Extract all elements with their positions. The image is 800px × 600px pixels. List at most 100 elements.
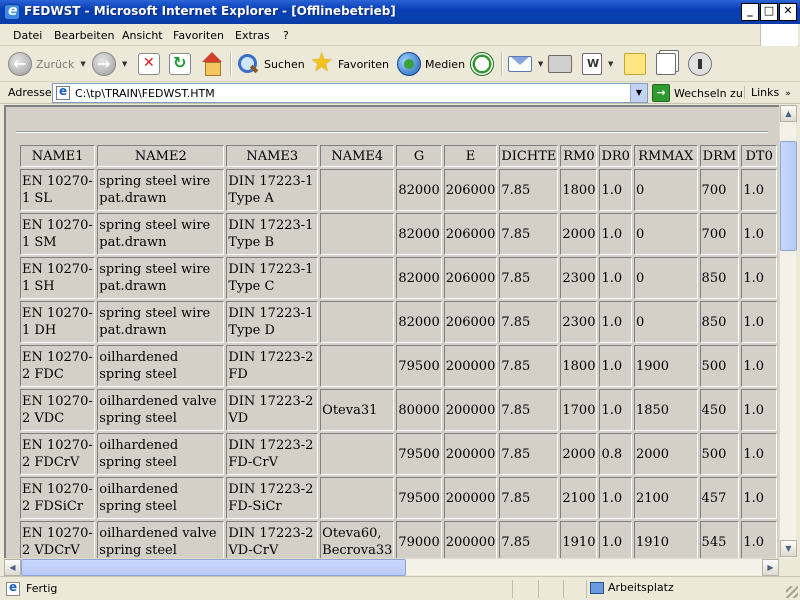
status-bar: Fertig Arbeitsplatz	[0, 576, 800, 600]
ie-app-icon[interactable]	[4, 3, 20, 20]
table-cell: 200000	[443, 521, 498, 558]
scroll-right-icon[interactable]: ▶	[762, 559, 779, 576]
menu-favoriten[interactable]: Favoriten	[173, 29, 224, 42]
vertical-scrollbar[interactable]: ▲ ▼	[779, 105, 797, 558]
table-body: EN 10270-1 SL spring steel wire pat.drawn…	[20, 169, 777, 558]
table-cell: spring steel wire pat.drawn	[97, 169, 225, 211]
menu-datei[interactable]: Datei	[13, 29, 42, 42]
table-cell: EN 10270-2 FDCrV	[20, 433, 96, 475]
address-field[interactable]: ▼	[52, 83, 648, 103]
messenger-button[interactable]	[688, 50, 712, 78]
table-cell: 2300	[560, 301, 598, 343]
table-cell: 1.0	[741, 477, 777, 519]
resize-grip[interactable]	[786, 586, 798, 598]
table-cell: 1.0	[599, 213, 632, 255]
links-toolbar[interactable]: Links»	[744, 86, 791, 99]
horizontal-scroll-thumb[interactable]	[21, 559, 406, 576]
mail-button[interactable]: ▼	[508, 50, 543, 78]
table-cell: spring steel wire pat.drawn	[97, 301, 225, 343]
table-cell: EN 10270-2 FDC	[20, 345, 96, 387]
table-cell: 82000	[396, 301, 442, 343]
horizontal-scrollbar[interactable]: ◀ ▶	[4, 558, 779, 576]
table-cell: DIN 17223-1 Type A	[226, 169, 319, 211]
forward-arrow-icon	[92, 52, 116, 76]
horizontal-rule	[16, 131, 768, 133]
window-title: FEDWST - Microsoft Internet Explorer - […	[24, 4, 396, 18]
go-button[interactable]: → Wechseln zu	[652, 84, 743, 102]
table-cell: 1910	[560, 521, 598, 558]
table-cell: 82000	[396, 213, 442, 255]
table-cell: 7.85	[499, 521, 559, 558]
table-cell: 7.85	[499, 257, 559, 299]
table-cell	[320, 169, 395, 211]
table-cell: DIN 17223-2 FD-CrV	[226, 433, 319, 475]
table-cell: 0	[633, 213, 698, 255]
address-dropdown-icon[interactable]: ▼	[630, 84, 647, 102]
history-button[interactable]	[470, 50, 494, 78]
stop-button[interactable]	[138, 50, 160, 78]
column-header: E	[443, 145, 498, 167]
status-pane-divider	[586, 580, 587, 598]
media-icon	[397, 52, 421, 76]
toolbar-separator	[501, 52, 502, 76]
table-row: EN 10270-2 FDSiCr oilhardened spring stee…	[20, 477, 777, 519]
table-cell: 200000	[443, 345, 498, 387]
table-cell	[320, 433, 395, 475]
table-cell: oilhardened spring steel	[97, 345, 225, 387]
table-cell: 0.8	[599, 433, 632, 475]
table-cell: 7.85	[499, 389, 559, 431]
close-button[interactable]: ✕	[779, 3, 797, 21]
favorites-button[interactable]: Favoriten	[310, 48, 389, 78]
status-text: Fertig	[26, 582, 58, 595]
printer-icon	[548, 55, 572, 73]
minimize-button[interactable]: _	[741, 3, 759, 21]
table-cell	[320, 257, 395, 299]
table-cell: 1.0	[599, 389, 632, 431]
table-cell: 200000	[443, 477, 498, 519]
edit-button[interactable]: ▼	[582, 50, 613, 78]
messenger-icon	[688, 52, 712, 76]
address-bar: Adresse ▼ → Wechseln zu Links»	[0, 82, 800, 104]
menu-bearbeiten[interactable]: Bearbeiten	[54, 29, 114, 42]
chevron-down-icon[interactable]: ▼	[122, 60, 127, 68]
table-cell: EN 10270-1 SM	[20, 213, 96, 255]
scroll-left-icon[interactable]: ◀	[4, 559, 21, 576]
discuss-button[interactable]	[624, 50, 646, 78]
back-button[interactable]: Zurück ▼	[8, 50, 86, 78]
menu-ansicht[interactable]: Ansicht	[122, 29, 163, 42]
title-bar: FEDWST - Microsoft Internet Explorer - […	[0, 0, 800, 24]
page-icon	[56, 84, 70, 100]
scroll-up-icon[interactable]: ▲	[780, 105, 797, 122]
chevron-down-icon[interactable]: ▼	[538, 60, 543, 68]
column-header: DRM	[699, 145, 740, 167]
refresh-button[interactable]	[169, 50, 191, 78]
menu-extras[interactable]: Extras	[235, 29, 270, 42]
table-cell: 1.0	[741, 433, 777, 475]
maximize-button[interactable]: □	[760, 3, 778, 21]
toolbar-separator	[230, 52, 231, 76]
address-input[interactable]	[75, 86, 620, 101]
copy-icon	[656, 53, 676, 75]
page-status-icon	[6, 580, 20, 596]
search-button[interactable]: Suchen	[236, 50, 305, 78]
status-pane-divider	[512, 580, 513, 598]
security-zone: Arbeitsplatz	[590, 581, 674, 594]
column-header: NAME1	[20, 145, 96, 167]
table-row: EN 10270-2 VDC oilhardened valve spring s…	[20, 389, 777, 431]
media-button[interactable]: Medien	[397, 50, 465, 78]
chevron-down-icon[interactable]: ▼	[608, 60, 613, 68]
table-cell: 1.0	[741, 169, 777, 211]
chevron-down-icon[interactable]: ▼	[80, 60, 85, 68]
page-content: NAME1 NAME2 NAME3 NAME4 G E DICHTE RM0 D…	[4, 105, 779, 558]
print-button[interactable]	[548, 50, 572, 78]
forward-button[interactable]: ▼	[92, 50, 127, 78]
research-button[interactable]	[656, 50, 676, 78]
note-icon	[624, 53, 646, 75]
home-button[interactable]	[200, 50, 224, 78]
menu-help[interactable]: ?	[283, 29, 289, 42]
table-row: EN 10270-2 VDCrV oilhardened valve spring…	[20, 521, 777, 558]
vertical-scroll-thumb[interactable]	[780, 141, 797, 251]
scroll-down-icon[interactable]: ▼	[780, 540, 797, 557]
table-cell: 500	[699, 345, 740, 387]
table-cell: 206000	[443, 257, 498, 299]
